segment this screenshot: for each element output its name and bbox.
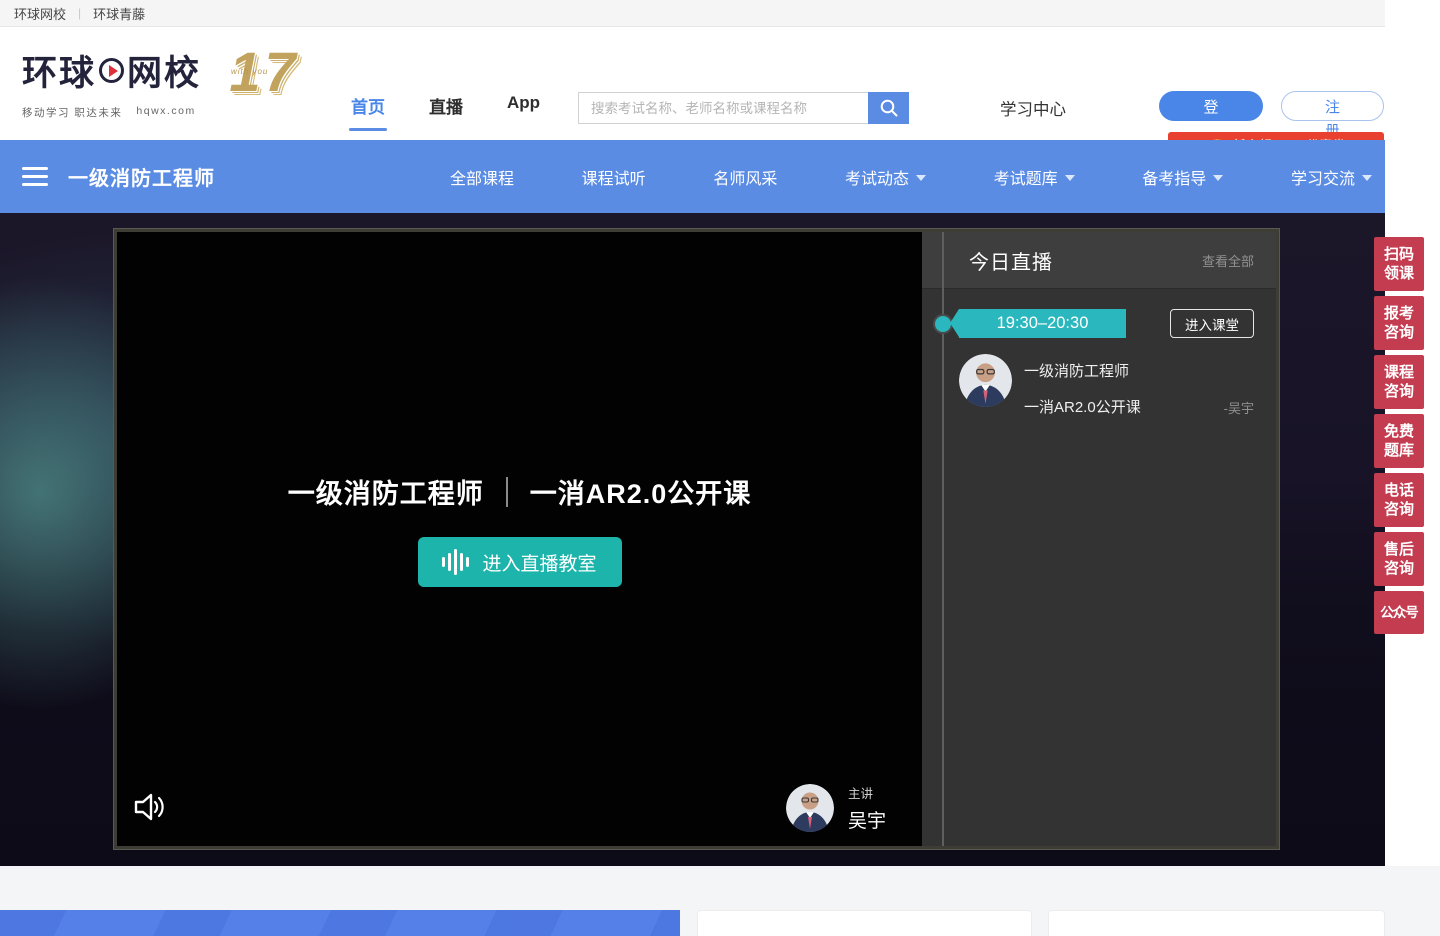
today-live-panel: 今日直播 查看全部 19:30–20:30 进入课堂	[922, 232, 1276, 846]
bottom-section	[0, 866, 1440, 936]
session-row: 19:30–20:30 进入课堂	[959, 309, 1254, 338]
side-float-menu: 扫码领课 报考咨询 课程咨询 免费题库 电话咨询 售后咨询 公众号	[1374, 237, 1424, 634]
side-button-phone-consult[interactable]: 电话咨询	[1374, 473, 1424, 527]
logo-domain: hqwx.com	[136, 105, 195, 120]
nav-app[interactable]: App	[507, 93, 540, 118]
panel-header: 今日直播 查看全部	[922, 232, 1276, 289]
cat-item-exam-news[interactable]: 考试动态	[845, 165, 926, 189]
logo-wordmark: 环球 网校	[22, 45, 201, 96]
topbar-link-qingteng[interactable]: 环球青藤	[93, 4, 145, 23]
presenter-avatar	[786, 784, 834, 832]
chevron-down-icon	[916, 175, 926, 181]
category-items: 全部课程 课程试听 名师风采 考试动态 考试题库 备考指导 学习交流	[450, 165, 1372, 189]
chevron-down-icon	[1065, 175, 1075, 181]
logo-text-1: 环球	[22, 45, 96, 96]
teacher-avatar	[959, 354, 1012, 407]
side-button-scan-qr[interactable]: 扫码领课	[1374, 237, 1424, 291]
cat-item-prep-guide[interactable]: 备考指导	[1142, 165, 1223, 189]
hamburger-menu-icon[interactable]	[22, 167, 48, 186]
emblem-caption: with you	[231, 67, 268, 77]
cat-item-teachers[interactable]: 名师风采	[713, 165, 777, 189]
session-course-name: 一级消防工程师	[1024, 360, 1254, 381]
video-lesson-name: 一消AR2.0公开课	[530, 472, 752, 511]
content-card	[697, 910, 1032, 936]
session-teacher-name: -吴宇	[1224, 398, 1254, 417]
logo-tagline: 移动学习 职达未来 hqwx.com	[22, 105, 201, 120]
side-button-aftersales-consult[interactable]: 售后咨询	[1374, 532, 1424, 586]
search-icon	[879, 98, 899, 118]
register-clipped-text: 册	[1281, 123, 1384, 132]
video-title: 一级消防工程师 一消AR2.0公开课	[117, 472, 922, 511]
logo-text-2: 网校	[127, 45, 201, 96]
site-logo[interactable]: 环球 网校 移动学习 职达未来 hqwx.com	[22, 45, 201, 120]
main-nav: 首页 直播 App	[351, 93, 540, 118]
presenter-info: 主讲 吴宇	[786, 783, 886, 833]
presenter-role-label: 主讲	[848, 783, 886, 802]
presenter-name: 吴宇	[848, 806, 886, 833]
promo-banner[interactable]	[0, 910, 680, 936]
topbar-separator: |	[78, 6, 81, 20]
timeline-dot	[935, 316, 951, 332]
logo-slogan: 移动学习 职达未来	[22, 105, 122, 120]
top-strip: 环球网校 | 环球青藤	[0, 0, 1385, 27]
live-session-item[interactable]: 一级消防工程师 一消AR2.0公开课 -吴宇	[959, 354, 1254, 417]
content-card	[1048, 910, 1385, 936]
nav-live[interactable]: 直播	[429, 93, 463, 118]
logo-play-icon	[99, 58, 124, 83]
video-course-name: 一级消防工程师	[288, 472, 484, 511]
category-title: 一级消防工程师	[68, 162, 215, 191]
search-input[interactable]	[578, 92, 868, 124]
hero-section: 一级消防工程师 一消AR2.0公开课 进入直播教室	[0, 213, 1385, 866]
login-button[interactable]: 登	[1159, 91, 1263, 121]
topbar-link-hqwx[interactable]: 环球网校	[14, 4, 66, 23]
register-button[interactable]: 注	[1281, 91, 1384, 121]
cat-item-trial[interactable]: 课程试听	[582, 165, 646, 189]
cat-item-study-exchange[interactable]: 学习交流	[1291, 165, 1372, 189]
cat-item-question-bank[interactable]: 考试题库	[994, 165, 1075, 189]
presenter-text: 主讲 吴宇	[848, 783, 886, 833]
volume-button[interactable]	[133, 791, 167, 828]
panel-title: 今日直播	[969, 246, 1053, 275]
anniversary-17-emblem: 17 with you	[207, 33, 322, 111]
side-button-free-question-bank[interactable]: 免费题库	[1374, 414, 1424, 468]
side-button-official-account[interactable]: 公众号	[1374, 591, 1424, 634]
chevron-down-icon	[1362, 175, 1372, 181]
speaker-icon	[133, 791, 167, 823]
enter-live-room-button[interactable]: 进入直播教室	[418, 537, 622, 587]
chevron-down-icon	[1213, 175, 1223, 181]
learning-center-link[interactable]: 学习中心	[1000, 96, 1066, 120]
nav-home[interactable]: 首页	[351, 93, 385, 118]
session-time-tag: 19:30–20:30	[959, 309, 1126, 338]
cat-item-all-courses[interactable]: 全部课程	[450, 165, 514, 189]
waveform-icon	[442, 549, 469, 575]
category-nav: 一级消防工程师 全部课程 课程试听 名师风采 考试动态 考试题库 备考指导 学习…	[0, 140, 1385, 213]
side-button-course-consult[interactable]: 课程咨询	[1374, 355, 1424, 409]
view-all-link[interactable]: 查看全部	[1202, 251, 1254, 270]
live-stage-container: 一级消防工程师 一消AR2.0公开课 进入直播教室	[113, 228, 1280, 850]
live-session-info: 一级消防工程师 一消AR2.0公开课 -吴宇	[1024, 354, 1254, 417]
site-header: 环球 网校 移动学习 职达未来 hqwx.com 17 with you 首页 …	[0, 27, 1385, 140]
title-divider	[506, 477, 508, 507]
enter-classroom-button[interactable]: 进入课堂	[1170, 309, 1254, 338]
side-button-enrollment-consult[interactable]: 报考咨询	[1374, 296, 1424, 350]
search-button[interactable]	[868, 92, 909, 124]
search-bar	[578, 92, 909, 124]
session-lesson-name: 一消AR2.0公开课	[1024, 396, 1141, 417]
enter-live-room-label: 进入直播教室	[482, 549, 596, 576]
video-player[interactable]: 一级消防工程师 一消AR2.0公开课 进入直播教室	[117, 232, 922, 846]
